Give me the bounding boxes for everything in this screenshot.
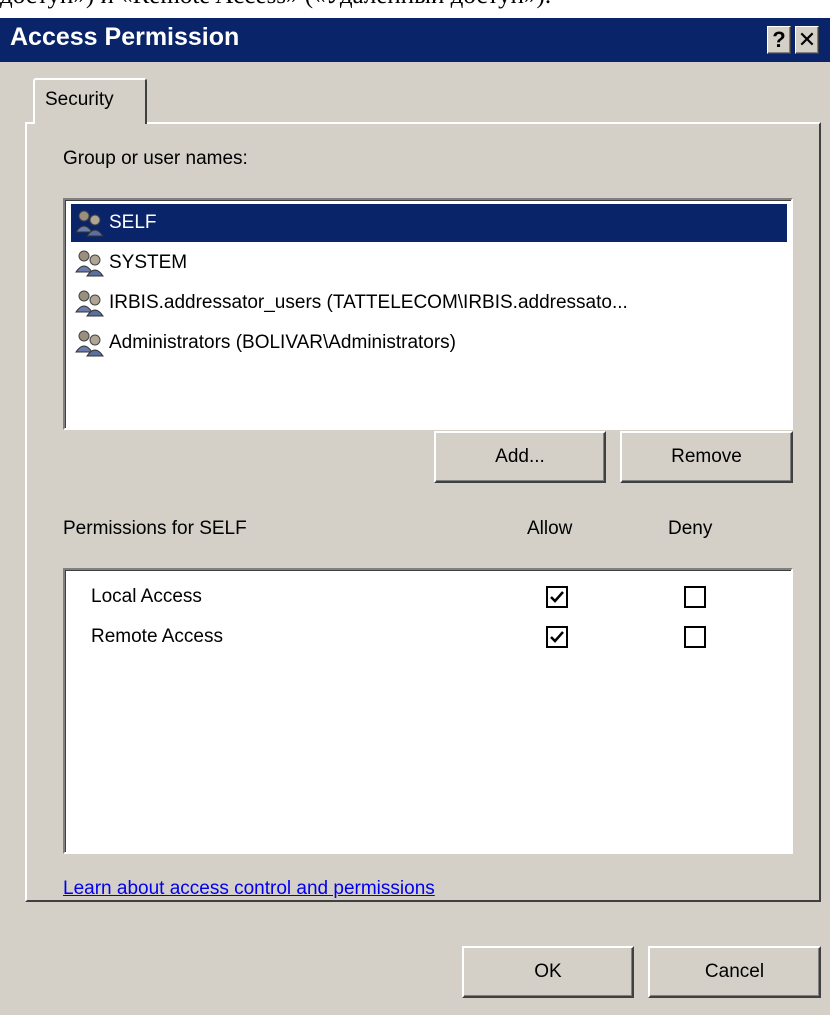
local-access-deny-checkbox[interactable]: [684, 586, 706, 608]
users-group-icon: [75, 250, 104, 277]
list-item-system[interactable]: SYSTEM: [71, 244, 787, 282]
close-button[interactable]: ✕: [795, 26, 819, 54]
permission-local-access-label: Local Access: [91, 586, 202, 607]
access-permission-dialog: Access Permission ? ✕ Security Group or …: [0, 18, 830, 1015]
list-item-label: SELF: [109, 212, 157, 233]
local-access-allow-checkbox[interactable]: [546, 586, 568, 608]
group-user-listbox[interactable]: SELF SYSTEM IRBIS.addressator_users (TAT…: [63, 198, 793, 430]
title-bar: Access Permission ? ✕: [0, 18, 830, 62]
tab-security-label: Security: [45, 89, 114, 110]
remote-access-deny-checkbox[interactable]: [684, 626, 706, 648]
remote-access-allow-checkbox[interactable]: [546, 626, 568, 648]
users-group-icon: [75, 210, 104, 237]
permissions-list: Local Access Remote Access: [63, 568, 793, 854]
access-control-help-link[interactable]: Learn about access control and permissio…: [63, 878, 435, 900]
cancel-button[interactable]: Cancel: [648, 946, 821, 998]
list-item-self[interactable]: SELF: [71, 204, 787, 242]
users-group-icon: [75, 330, 104, 357]
document-text-fragment: доступ») и «Remote Access» («Удаленный д…: [0, 0, 830, 18]
allow-column-header: Allow: [527, 518, 573, 539]
permission-remote-access-label: Remote Access: [91, 626, 223, 647]
users-group-icon: [75, 290, 104, 317]
tab-security[interactable]: Security: [33, 78, 147, 124]
help-button[interactable]: ?: [767, 26, 791, 54]
group-names-label: Group or user names:: [63, 148, 248, 169]
list-item-irbis-users[interactable]: IRBIS.addressator_users (TATTELECOM\IRBI…: [71, 284, 787, 322]
remove-button[interactable]: Remove: [620, 431, 793, 483]
list-item-label: SYSTEM: [109, 252, 188, 273]
list-item-label: Administrators (BOLIVAR\Administrators): [109, 332, 457, 353]
dialog-title: Access Permission: [10, 23, 240, 51]
checkmark-icon: [550, 591, 564, 603]
ok-button[interactable]: OK: [462, 946, 634, 998]
list-item-administrators[interactable]: Administrators (BOLIVAR\Administrators): [71, 324, 787, 362]
deny-column-header: Deny: [668, 518, 713, 539]
checkmark-icon: [550, 631, 564, 643]
add-button[interactable]: Add...: [434, 431, 606, 483]
permissions-label: Permissions for SELF: [63, 518, 247, 539]
list-item-label: IRBIS.addressator_users (TATTELECOM\IRBI…: [109, 292, 628, 313]
